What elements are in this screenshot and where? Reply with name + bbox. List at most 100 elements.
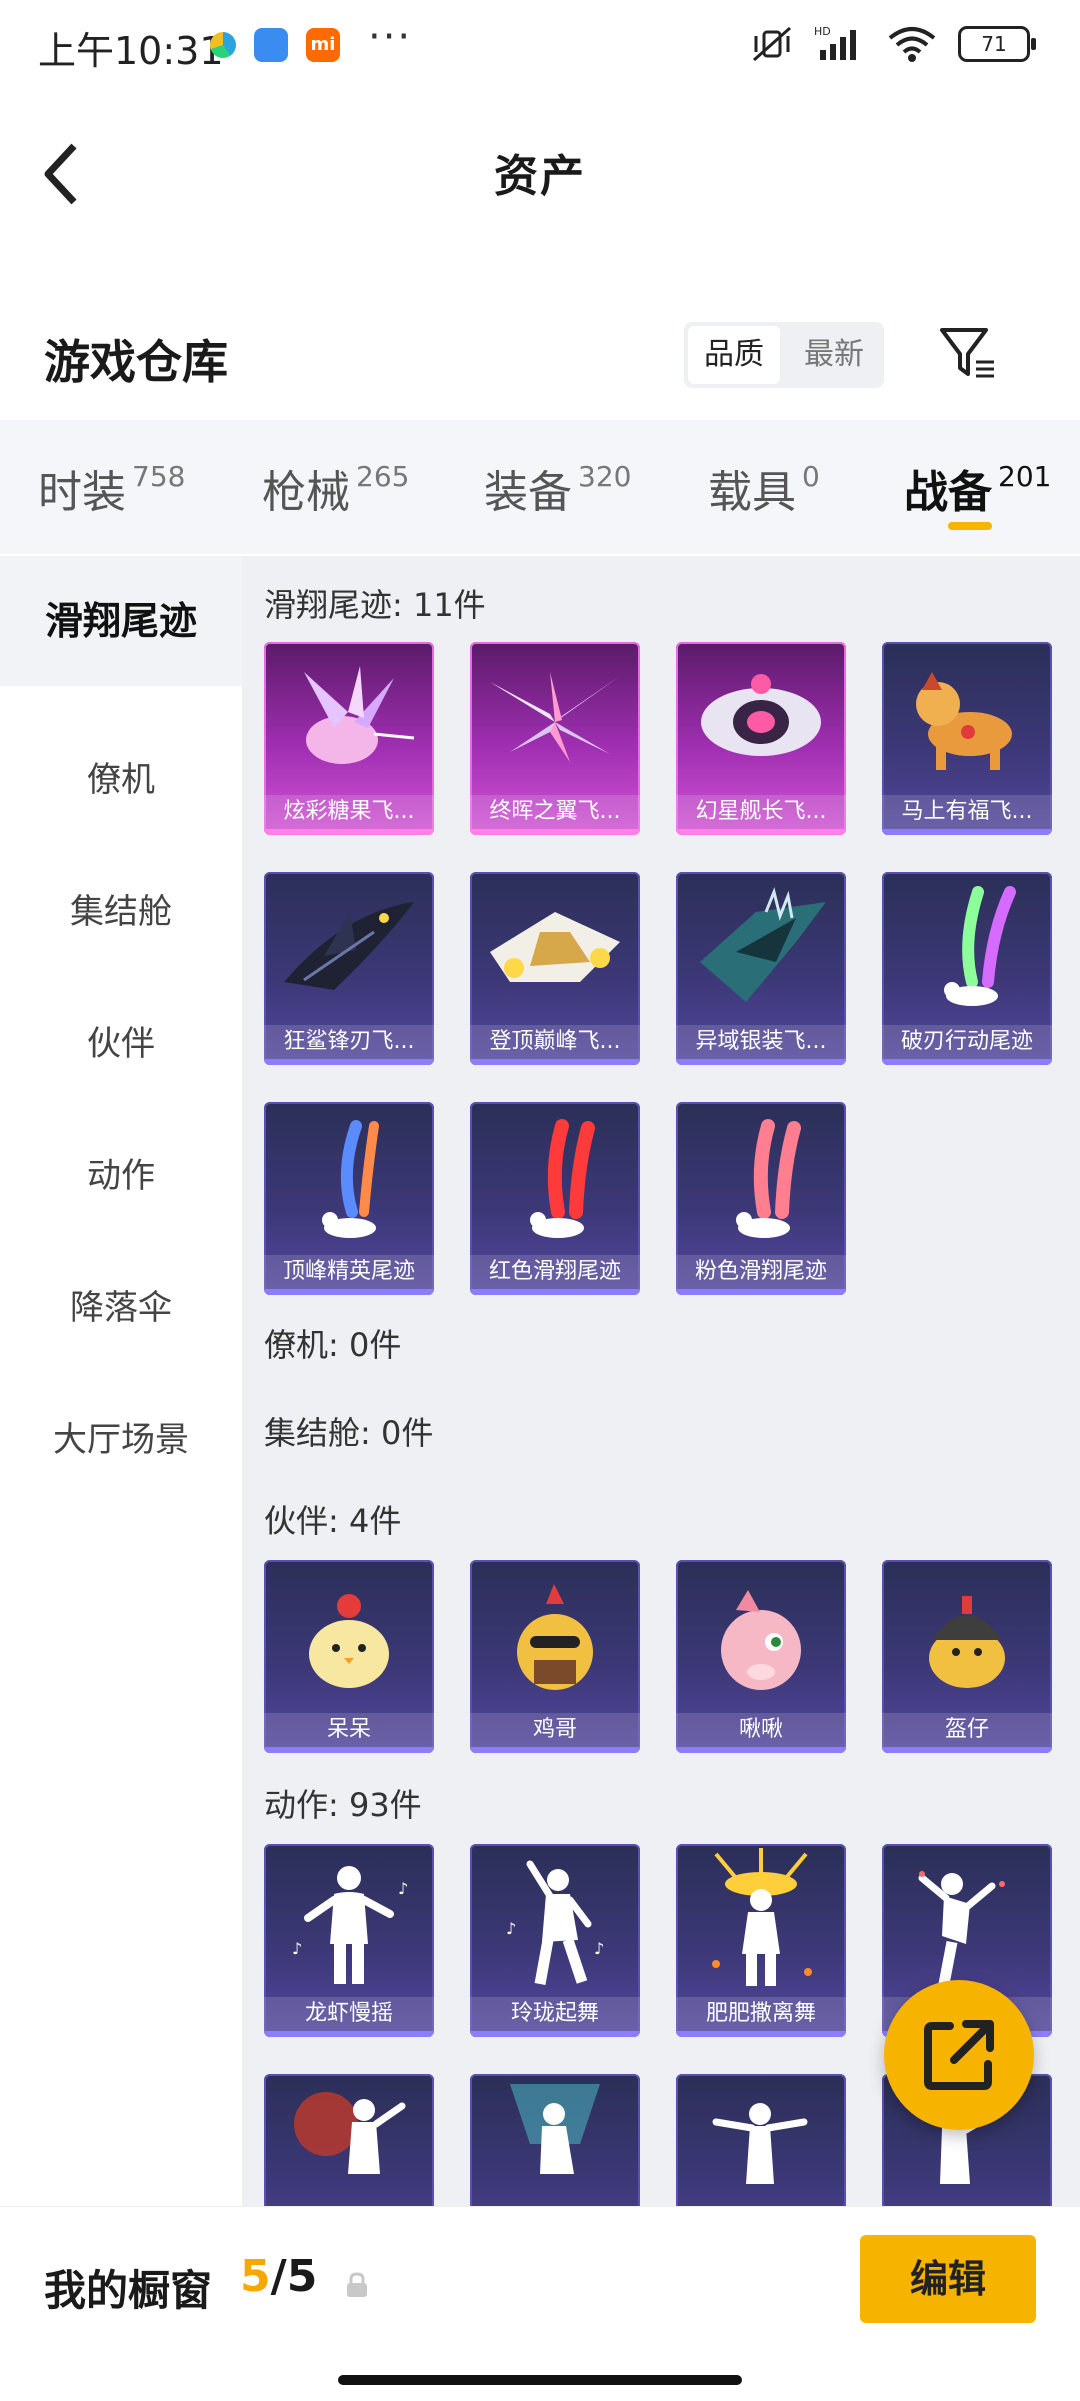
section-label-emote: 动作: 93件 (264, 1786, 422, 1824)
tab-count: 758 (132, 460, 186, 493)
item-name: 盔仔 (882, 1713, 1052, 1747)
wallet-notification-icon (254, 28, 288, 62)
radiant-wing-glider-image (490, 672, 620, 762)
rarity-bar (264, 1747, 434, 1753)
rarity-bar (676, 1747, 846, 1753)
item-card[interactable]: 异域银装飞... (676, 872, 846, 1065)
rarity-bar (882, 1747, 1052, 1753)
rarity-bar (676, 829, 846, 835)
sidebar-item-emote[interactable]: 动作 (0, 1148, 242, 1197)
home-indicator[interactable] (338, 2375, 742, 2385)
item-name: 粉色滑翔尾迹 (676, 1255, 846, 1289)
item-card[interactable]: 鸡哥 (470, 1560, 640, 1753)
sidebar-item-glide-trail[interactable]: 滑翔尾迹 (0, 556, 242, 686)
sort-latest-button[interactable]: 最新 (788, 326, 880, 384)
item-name: 肥肥撒离舞 (676, 1997, 846, 2031)
sidebar-item-capsule[interactable]: 集结舱 (0, 884, 242, 933)
status-bar: 上午10:31 mi ··· HD 71 (0, 0, 1080, 96)
silver-exotic-glider-image (700, 887, 826, 1002)
item-card[interactable]: 呆呆 (264, 1560, 434, 1753)
tab-combat-gear[interactable]: 战备 201 (904, 456, 1051, 520)
emote-stretch-image (712, 2103, 808, 2184)
battery-indicator: 71 (958, 26, 1036, 62)
tab-count: 0 (802, 460, 820, 493)
item-name: 炫彩糖果飞... (264, 795, 434, 829)
item-name: 啾啾 (676, 1713, 846, 1747)
tab-equipment[interactable]: 装备 320 (484, 456, 631, 520)
item-name: 龙虾慢摇 (264, 1997, 434, 2031)
helmet-chick-image (929, 1596, 1005, 1688)
sort-toggle: 品质 最新 (684, 322, 884, 388)
filter-icon[interactable] (938, 324, 998, 384)
item-name: 马上有福飞... (882, 795, 1052, 829)
item-card[interactable]: 啾啾 (676, 1560, 846, 1753)
edit-button[interactable]: 编辑 (860, 2235, 1036, 2323)
item-card[interactable]: 破刃行动尾迹 (882, 872, 1052, 1065)
pink-glide-trail-image (736, 1119, 801, 1238)
sidebar: 滑翔尾迹 僚机 集结舱 伙伴 动作 降落伞 大厅场景 (0, 556, 242, 2206)
emote-pose-image (918, 1871, 1005, 1986)
tab-label: 装备 (484, 467, 572, 518)
share-button[interactable] (884, 1980, 1034, 2130)
peak-elite-trail-image (322, 1120, 379, 1238)
rarity-bar (470, 1059, 640, 1065)
item-name: 红色滑翔尾迹 (470, 1255, 640, 1289)
tab-vehicles[interactable]: 载具 0 (708, 456, 820, 520)
signal-icon: HD (814, 25, 856, 60)
section-label-capsule: 集结舱: 0件 (264, 1414, 434, 1452)
item-name: 鸡哥 (470, 1713, 640, 1747)
item-card[interactable]: ♪ ♪ 玲珑起舞 (470, 1844, 640, 2037)
tab-label: 时装 (38, 467, 126, 518)
item-card[interactable]: 粉色滑翔尾迹 (676, 1102, 846, 1295)
rarity-bar (882, 1059, 1052, 1065)
mi-notification-icon: mi (306, 28, 340, 62)
rarity-bar (882, 829, 1052, 835)
lucky-horse-glider-image (916, 672, 1012, 770)
item-name: 顶峰精英尾迹 (264, 1255, 434, 1289)
item-card[interactable]: 马上有福飞... (882, 642, 1052, 835)
tab-label: 战备 (904, 467, 992, 518)
rarity-bar (676, 2031, 846, 2037)
item-card[interactable] (264, 2074, 434, 2206)
item-name: 玲珑起舞 (470, 1997, 640, 2031)
blade-op-trail-image (944, 886, 1016, 1006)
mute-vibrate-icon (753, 26, 791, 62)
jiujiu-partner-image (721, 1590, 801, 1690)
item-card[interactable]: 红色滑翔尾迹 (470, 1102, 640, 1295)
item-name: 异域银装飞... (676, 1025, 846, 1059)
linglong-dance-emote-image: ♪ ♪ (506, 1860, 604, 1985)
tab-fashion[interactable]: 时装 758 (38, 456, 185, 520)
item-card[interactable]: 终晖之翼飞... (470, 642, 640, 835)
lock-icon (347, 2272, 367, 2297)
external-link-icon (924, 2020, 994, 2090)
rarity-bar (264, 2031, 434, 2037)
sort-quality-button[interactable]: 品质 (688, 326, 780, 384)
item-card[interactable]: 盔仔 (882, 1560, 1052, 1753)
rarity-bar (264, 1289, 434, 1295)
item-card[interactable]: 登顶巅峰飞... (470, 872, 640, 1065)
summit-peak-glider-image (490, 912, 620, 982)
sidebar-item-lobby-scene[interactable]: 大厅场景 (0, 1412, 242, 1461)
sidebar-item-parachute[interactable]: 降落伞 (0, 1280, 242, 1329)
app-notification-icon (210, 32, 236, 58)
item-card[interactable] (470, 2074, 640, 2206)
item-name: 幻星舰长飞... (676, 795, 846, 829)
showcase-used: 5 (240, 2251, 271, 2302)
item-card[interactable]: 幻星舰长飞... (676, 642, 846, 835)
sidebar-item-partner[interactable]: 伙伴 (0, 1016, 242, 1065)
section-label-partner: 伙伴: 4件 (264, 1502, 402, 1540)
bottom-bar: 我的橱窗 5/5 编辑 (0, 2206, 1080, 2401)
item-card[interactable]: 顶峰精英尾迹 (264, 1102, 434, 1295)
tab-count: 265 (356, 460, 410, 493)
item-card[interactable] (676, 2074, 846, 2206)
item-card[interactable]: 肥肥撒离舞 (676, 1844, 846, 2037)
rarity-bar (264, 829, 434, 835)
sidebar-item-wingman[interactable]: 僚机 (0, 752, 242, 801)
category-tabs: 时装 758 枪械 265 装备 320 载具 0 战备 201 (0, 420, 1080, 554)
item-card[interactable]: 狂鲨锋刃飞... (264, 872, 434, 1065)
tab-firearms[interactable]: 枪械 265 (262, 456, 409, 520)
section-label-glide: 滑翔尾迹: 11件 (264, 586, 486, 624)
item-card[interactable]: ♪ ♪ 龙虾慢摇 (264, 1844, 434, 2037)
item-card[interactable]: 炫彩糖果飞... (264, 642, 434, 835)
emote-dance-image (510, 2084, 600, 2174)
